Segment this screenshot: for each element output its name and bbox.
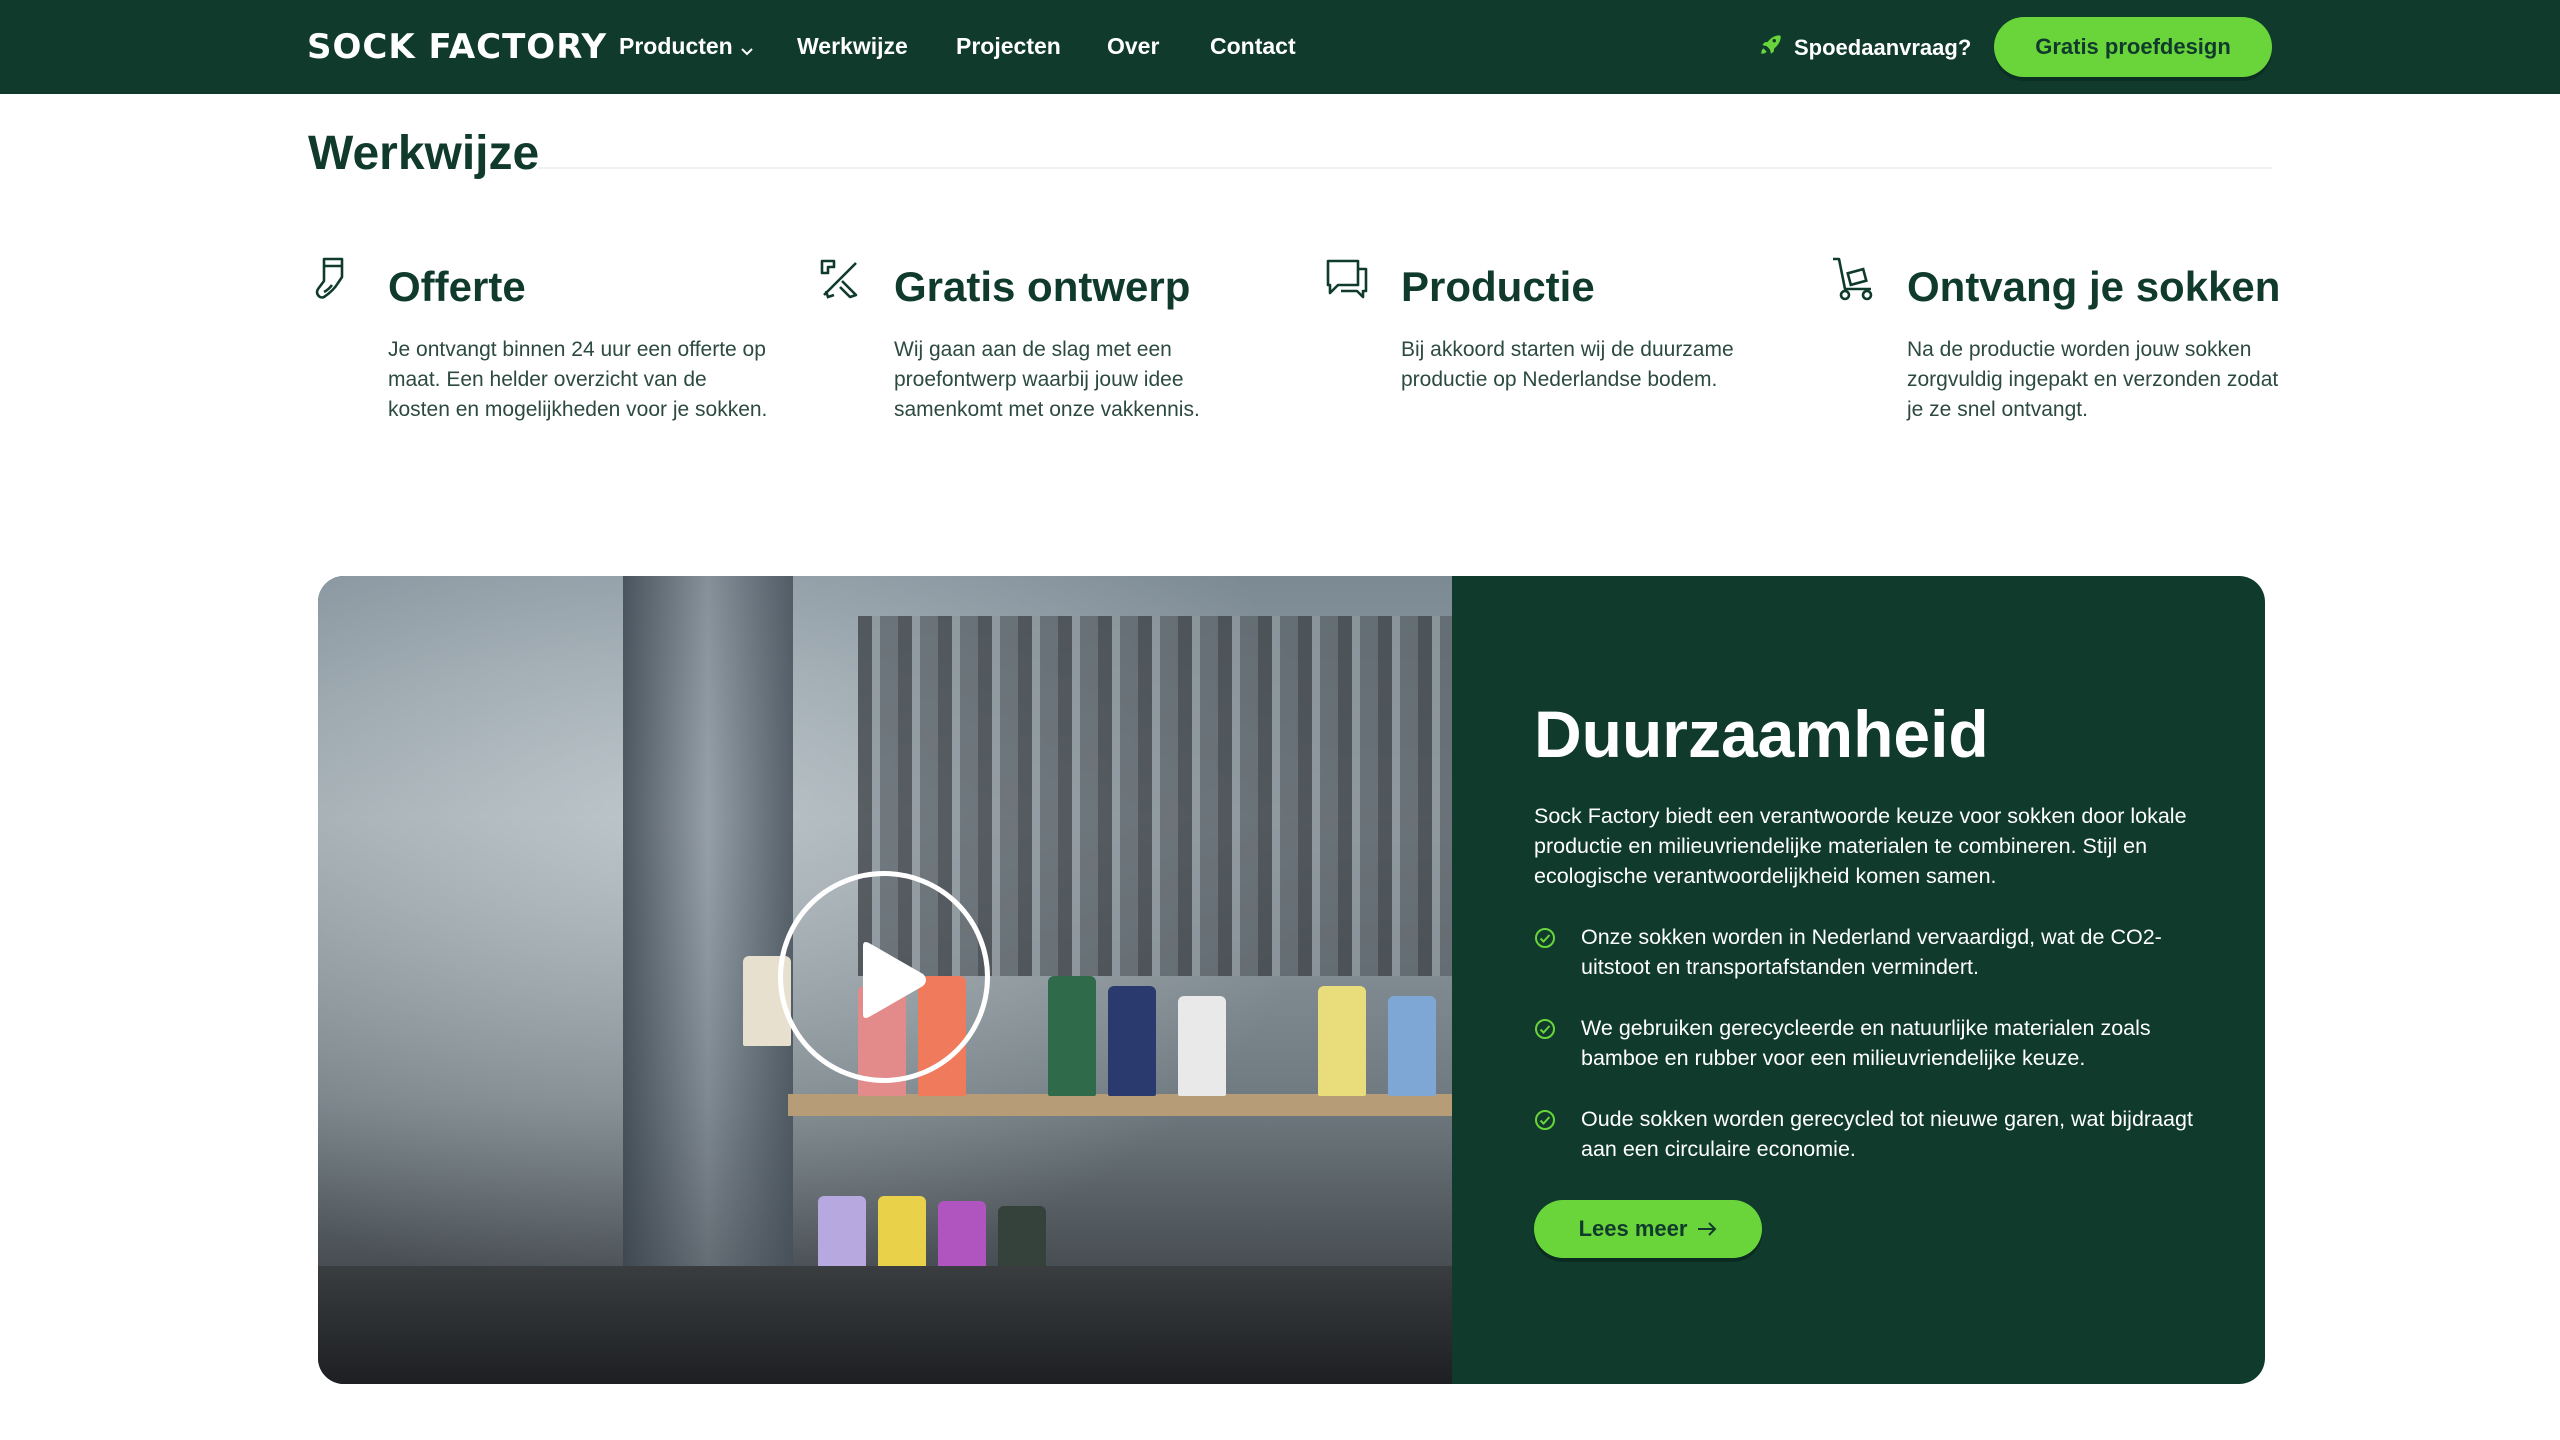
nav-producten[interactable]: Producten <box>619 31 753 63</box>
yarn-spool <box>818 1196 866 1276</box>
spoedaanvraag-link[interactable]: Spoedaanvraag? <box>1758 31 1971 65</box>
sock-icon <box>310 255 358 303</box>
yarn-spool <box>878 1196 926 1276</box>
werkwijze-title: Werkwijze <box>308 127 540 180</box>
yarn-spool <box>1108 986 1156 1096</box>
video-floor <box>318 1266 1452 1384</box>
yarn-spool <box>1388 996 1436 1096</box>
top-navigation: SOCK FACTORY Producten Werkwijze Project… <box>0 0 2560 94</box>
duurzaamheid-intro: Sock Factory biedt een verantwoorde keuz… <box>1534 804 2187 888</box>
step-title: Gratis ontwerp <box>894 263 1191 310</box>
yarn-spool <box>1178 996 1226 1096</box>
list-item: Oude sokken worden gerecycled tot nieuwe… <box>1534 1104 2214 1164</box>
step-title: Productie <box>1401 263 1595 310</box>
check-circle-icon <box>1534 927 1556 982</box>
duurzaamheid-content: Duurzaamheid Sock Factory biedt een vera… <box>1534 576 2214 1384</box>
lees-meer-button[interactable]: Lees meer <box>1534 1200 1762 1258</box>
gratis-proefdesign-button[interactable]: Gratis proefdesign <box>1994 17 2272 77</box>
list-item-text: Oude sokken worden gerecycled tot nieuwe… <box>1581 1107 2193 1161</box>
nav-werkwijze[interactable]: Werkwijze <box>797 31 908 61</box>
yarn-spool <box>938 1201 986 1276</box>
step-title: Ontvang je sokken <box>1907 263 2281 310</box>
nav-projecten[interactable]: Projecten <box>956 31 1061 61</box>
video-shelf <box>788 1094 1452 1116</box>
step-text: Je ontvangt binnen 24 uur een offerte op… <box>388 338 768 421</box>
duurzaamheid-card: Duurzaamheid Sock Factory biedt een vera… <box>318 576 2265 1384</box>
hand-truck-icon <box>1829 255 1877 303</box>
lees-meer-label: Lees meer <box>1578 1216 1688 1241</box>
play-button[interactable] <box>778 871 990 1083</box>
list-item: Onze sokken worden in Nederland vervaard… <box>1534 922 2214 982</box>
chevron-down-icon <box>741 33 753 63</box>
yarn-spool <box>1318 986 1366 1096</box>
step-text: Na de productie worden jouw sokken zorgv… <box>1907 338 2279 421</box>
list-item-text: We gebruiken gerecycleerde en natuurlijk… <box>1581 1016 2151 1070</box>
list-item-text: Onze sokken worden in Nederland vervaard… <box>1581 925 2162 979</box>
sock-factory-logo[interactable]: SOCK FACTORY <box>307 27 607 67</box>
title-divider <box>538 167 2272 169</box>
design-tools-icon <box>816 255 864 303</box>
rocket-icon <box>1758 31 1784 65</box>
factory-video[interactable] <box>318 576 1452 1384</box>
spoedaanvraag-label: Spoedaanvraag? <box>1794 35 1972 60</box>
yarn-spool <box>1048 976 1096 1096</box>
nav-contact[interactable]: Contact <box>1210 31 1296 61</box>
step-text: Bij akkoord starten wij de duurzame prod… <box>1401 338 1734 391</box>
nav-over[interactable]: Over <box>1107 31 1159 61</box>
chat-icon <box>1323 255 1371 303</box>
step-title: Offerte <box>388 263 526 310</box>
check-circle-icon <box>1534 1109 1556 1164</box>
check-circle-icon <box>1534 1018 1556 1073</box>
duurzaamheid-title: Duurzaamheid <box>1534 697 1989 771</box>
nav-producten-label: Producten <box>619 33 733 59</box>
arrow-right-icon <box>1697 1200 1717 1258</box>
step-text: Wij gaan aan de slag met een proefontwer… <box>894 338 1200 421</box>
play-icon <box>863 942 926 1018</box>
list-item: We gebruiken gerecycleerde en natuurlijk… <box>1534 1013 2214 1073</box>
